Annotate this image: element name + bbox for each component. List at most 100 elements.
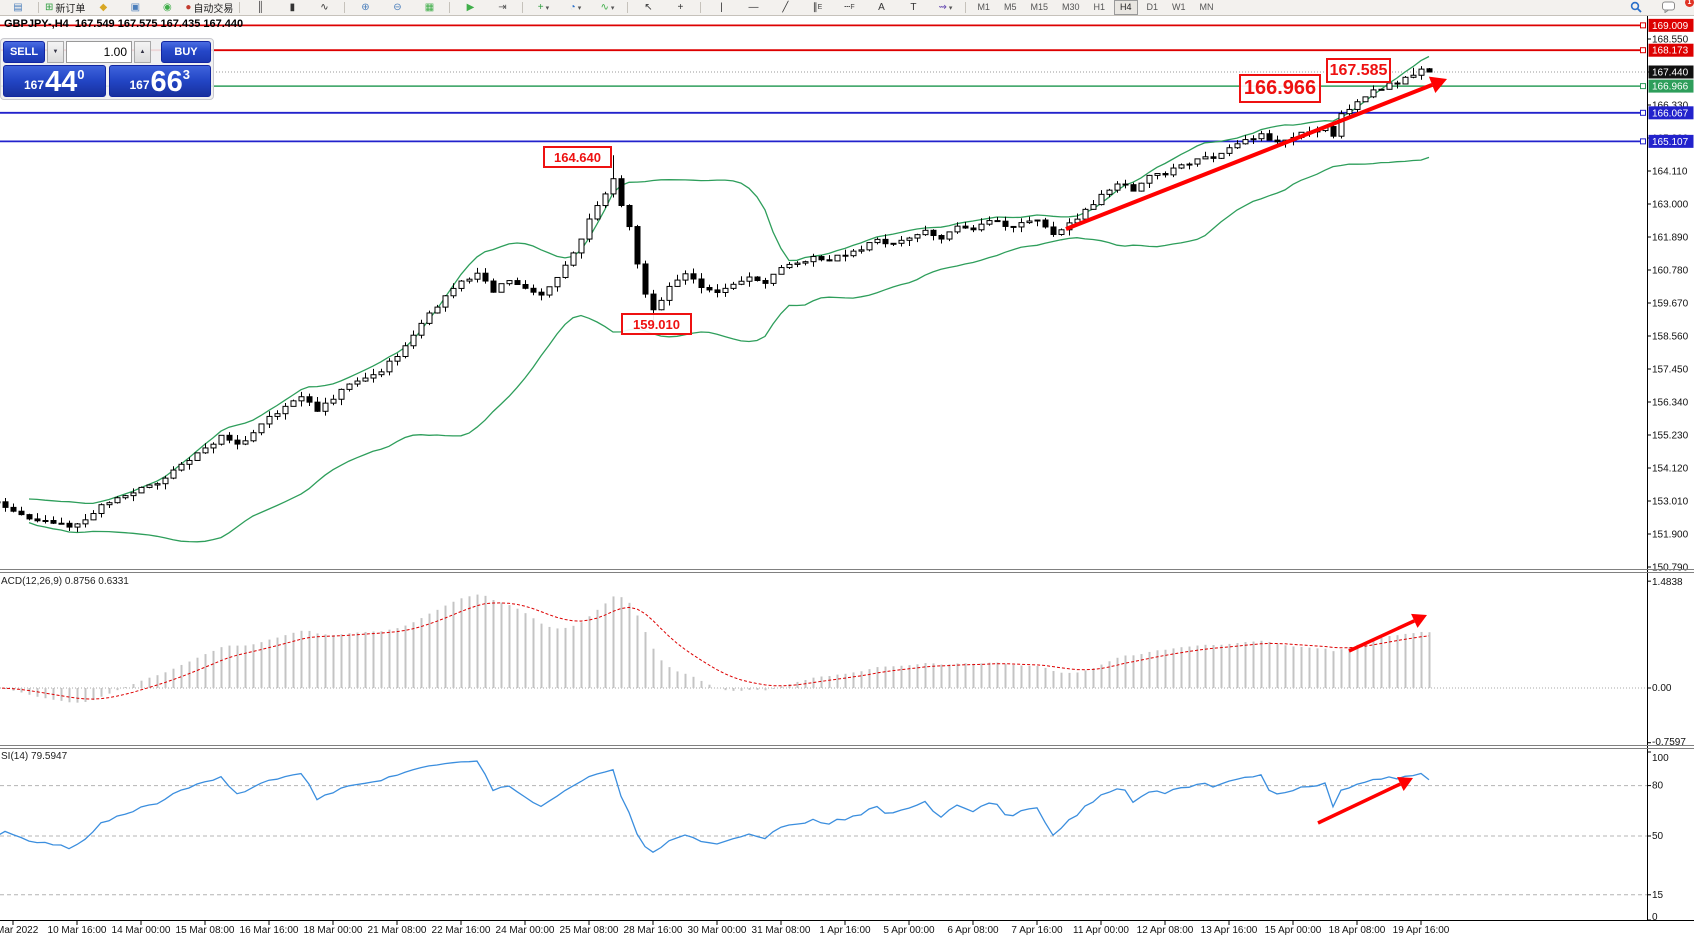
price-annotation[interactable]: 167.585 [1326,58,1391,83]
svg-text:25 Mar 08:00: 25 Mar 08:00 [560,925,619,936]
panel-splitter[interactable] [0,746,1694,749]
search-icon[interactable] [1630,1,1658,14]
zoom-out-icon[interactable]: ⊖ [383,1,411,14]
metaeditor-icon[interactable]: ◆ [89,1,117,14]
svg-text:1 Apr 16:00: 1 Apr 16:00 [819,925,871,936]
chart-shift-icon[interactable]: ⇥ [488,1,516,14]
svg-text:157.450: 157.450 [1652,365,1689,376]
svg-text:9 Mar 2022: 9 Mar 2022 [0,925,39,936]
horizontal-line-icon[interactable]: — [739,1,767,14]
svg-text:22 Mar 16:00: 22 Mar 16:00 [432,925,491,936]
rsi-panel [0,761,1647,895]
bollinger-lower-band [29,157,1429,541]
timeframe-M15[interactable]: M15 [1025,1,1053,14]
bar-chart-icon[interactable]: ║ [246,1,274,14]
price-annotation[interactable]: 159.010 [621,313,692,335]
notification-badge: 1 [1685,0,1694,7]
periods-icon[interactable]: ◔▾ [561,1,589,14]
bid-price: 167 44 0 [3,65,106,97]
sell-button[interactable]: SELL [3,41,45,63]
rsi-line [0,761,1429,852]
svg-text:166.067: 166.067 [1652,108,1689,119]
toolbar-separator [449,2,450,13]
trendline-icon[interactable]: ╱ [771,1,799,14]
text-icon[interactable]: A [867,1,895,14]
line-handle [1641,84,1646,89]
svg-text:156.340: 156.340 [1652,398,1689,409]
svg-text:151.900: 151.900 [1652,530,1689,541]
svg-text:153.010: 153.010 [1652,497,1689,508]
timeframe-W1[interactable]: W1 [1167,1,1191,14]
cursor-icon[interactable]: ↖ [634,1,662,14]
svg-text:155.230: 155.230 [1652,431,1689,442]
svg-text:15: 15 [1652,890,1664,901]
timeframe-M30[interactable]: M30 [1057,1,1085,14]
vertical-line-icon[interactable]: | [707,1,735,14]
svg-text:10 Mar 16:00: 10 Mar 16:00 [48,925,107,936]
svg-text:13 Apr 16:00: 13 Apr 16:00 [1201,925,1258,936]
arrows-icon[interactable]: ⇝▾ [931,1,959,14]
svg-text:31 Mar 08:00: 31 Mar 08:00 [752,925,811,936]
svg-text:164.110: 164.110 [1652,167,1688,178]
svg-text:28 Mar 16:00: 28 Mar 16:00 [624,925,683,936]
svg-text:163.000: 163.000 [1652,200,1689,211]
svg-text:150.790: 150.790 [1652,563,1689,574]
channel-icon[interactable]: ∥E [803,1,831,14]
price-chart-svg[interactable]: 168.550167.440166.330165.220164.110163.0… [0,15,1694,937]
toolbar-separator [627,2,628,13]
chart-window[interactable]: 168.550167.440166.330165.220164.110163.0… [0,15,1694,937]
chat-icon[interactable]: 1 [1662,1,1690,14]
volume-input[interactable] [66,41,132,63]
timeframe-M1[interactable]: M1 [972,1,995,14]
svg-text:21 Mar 08:00: 21 Mar 08:00 [368,925,427,936]
new-chart-icon[interactable]: ▤ [4,1,32,14]
new-order-button[interactable]: ⊞新订单 [45,1,85,14]
svg-text:80: 80 [1652,781,1664,792]
chart-frame [0,15,1694,921]
text-label-icon[interactable]: T [899,1,927,14]
svg-text:18 Mar 00:00: 18 Mar 00:00 [304,925,363,936]
svg-text:30 Mar 00:00: 30 Mar 00:00 [688,925,747,936]
svg-text:0.00: 0.00 [1652,683,1672,694]
price-annotation[interactable]: 166.966 [1239,74,1321,103]
timeframe-D1[interactable]: D1 [1142,1,1164,14]
candlestick-chart-icon[interactable]: ▮ [278,1,306,14]
indicators-icon[interactable]: +▾ [529,1,557,14]
main-toolbar: ▤ ⊞新订单 ◆ ▣ ◉ ●自动交易 ║ ▮ ∿ ⊕ ⊖ ▦ ▶ ⇥ +▾ ◔▾ ∿▾ ↖ + | — ╱ ∥E ┄F AT ⇝▾… [0,0,1694,16]
timeframe-H4[interactable]: H4 [1114,0,1138,15]
fibonacci-icon[interactable]: ┄F [835,1,863,14]
line-chart-icon[interactable]: ∿ [310,1,338,14]
one-click-trading-panel: SELL ▼ ▲ BUY 167 44 0 167 66 3 [0,38,214,100]
svg-text:0: 0 [1652,912,1658,923]
price-annotation[interactable]: 164.640 [543,146,612,168]
toolbar-separator [965,2,966,13]
toolbar-separator [38,2,39,13]
timeframe-H1[interactable]: H1 [1089,1,1111,14]
signals-icon[interactable]: ◉ [153,1,181,14]
volume-decrease-button[interactable]: ▼ [47,41,64,63]
terminal-icon[interactable]: ▣ [121,1,149,14]
tile-windows-icon[interactable]: ▦ [415,1,443,14]
line-handle [1641,139,1646,144]
buy-button[interactable]: BUY [161,41,211,63]
svg-text:5 Apr 00:00: 5 Apr 00:00 [883,925,935,936]
svg-text:158.560: 158.560 [1652,332,1689,343]
templates-icon[interactable]: ∿▾ [593,1,621,14]
timeframe-MN[interactable]: MN [1195,1,1219,14]
timeframe-M5[interactable]: M5 [999,1,1022,14]
autotrading-button[interactable]: ●自动交易 [185,1,233,14]
rsi-axis: 1008050150 [1647,752,1669,923]
svg-text:160.780: 160.780 [1652,266,1689,277]
svg-text:167.440: 167.440 [1652,68,1689,79]
panel-splitter[interactable] [0,570,1694,573]
bid-main-digits: 44 [45,69,77,95]
zoom-in-icon[interactable]: ⊕ [351,1,379,14]
auto-scroll-icon[interactable]: ▶ [456,1,484,14]
volume-increase-button[interactable]: ▲ [134,41,151,63]
macd-panel [0,595,1647,703]
macd-indicator-label: ACD(12,26,9) 0.8756 0.6331 [1,576,129,587]
svg-text:50: 50 [1652,831,1664,842]
svg-text:14 Mar 00:00: 14 Mar 00:00 [112,925,171,936]
crosshair-icon[interactable]: + [666,1,694,14]
svg-text:-0.7597: -0.7597 [1652,737,1686,748]
